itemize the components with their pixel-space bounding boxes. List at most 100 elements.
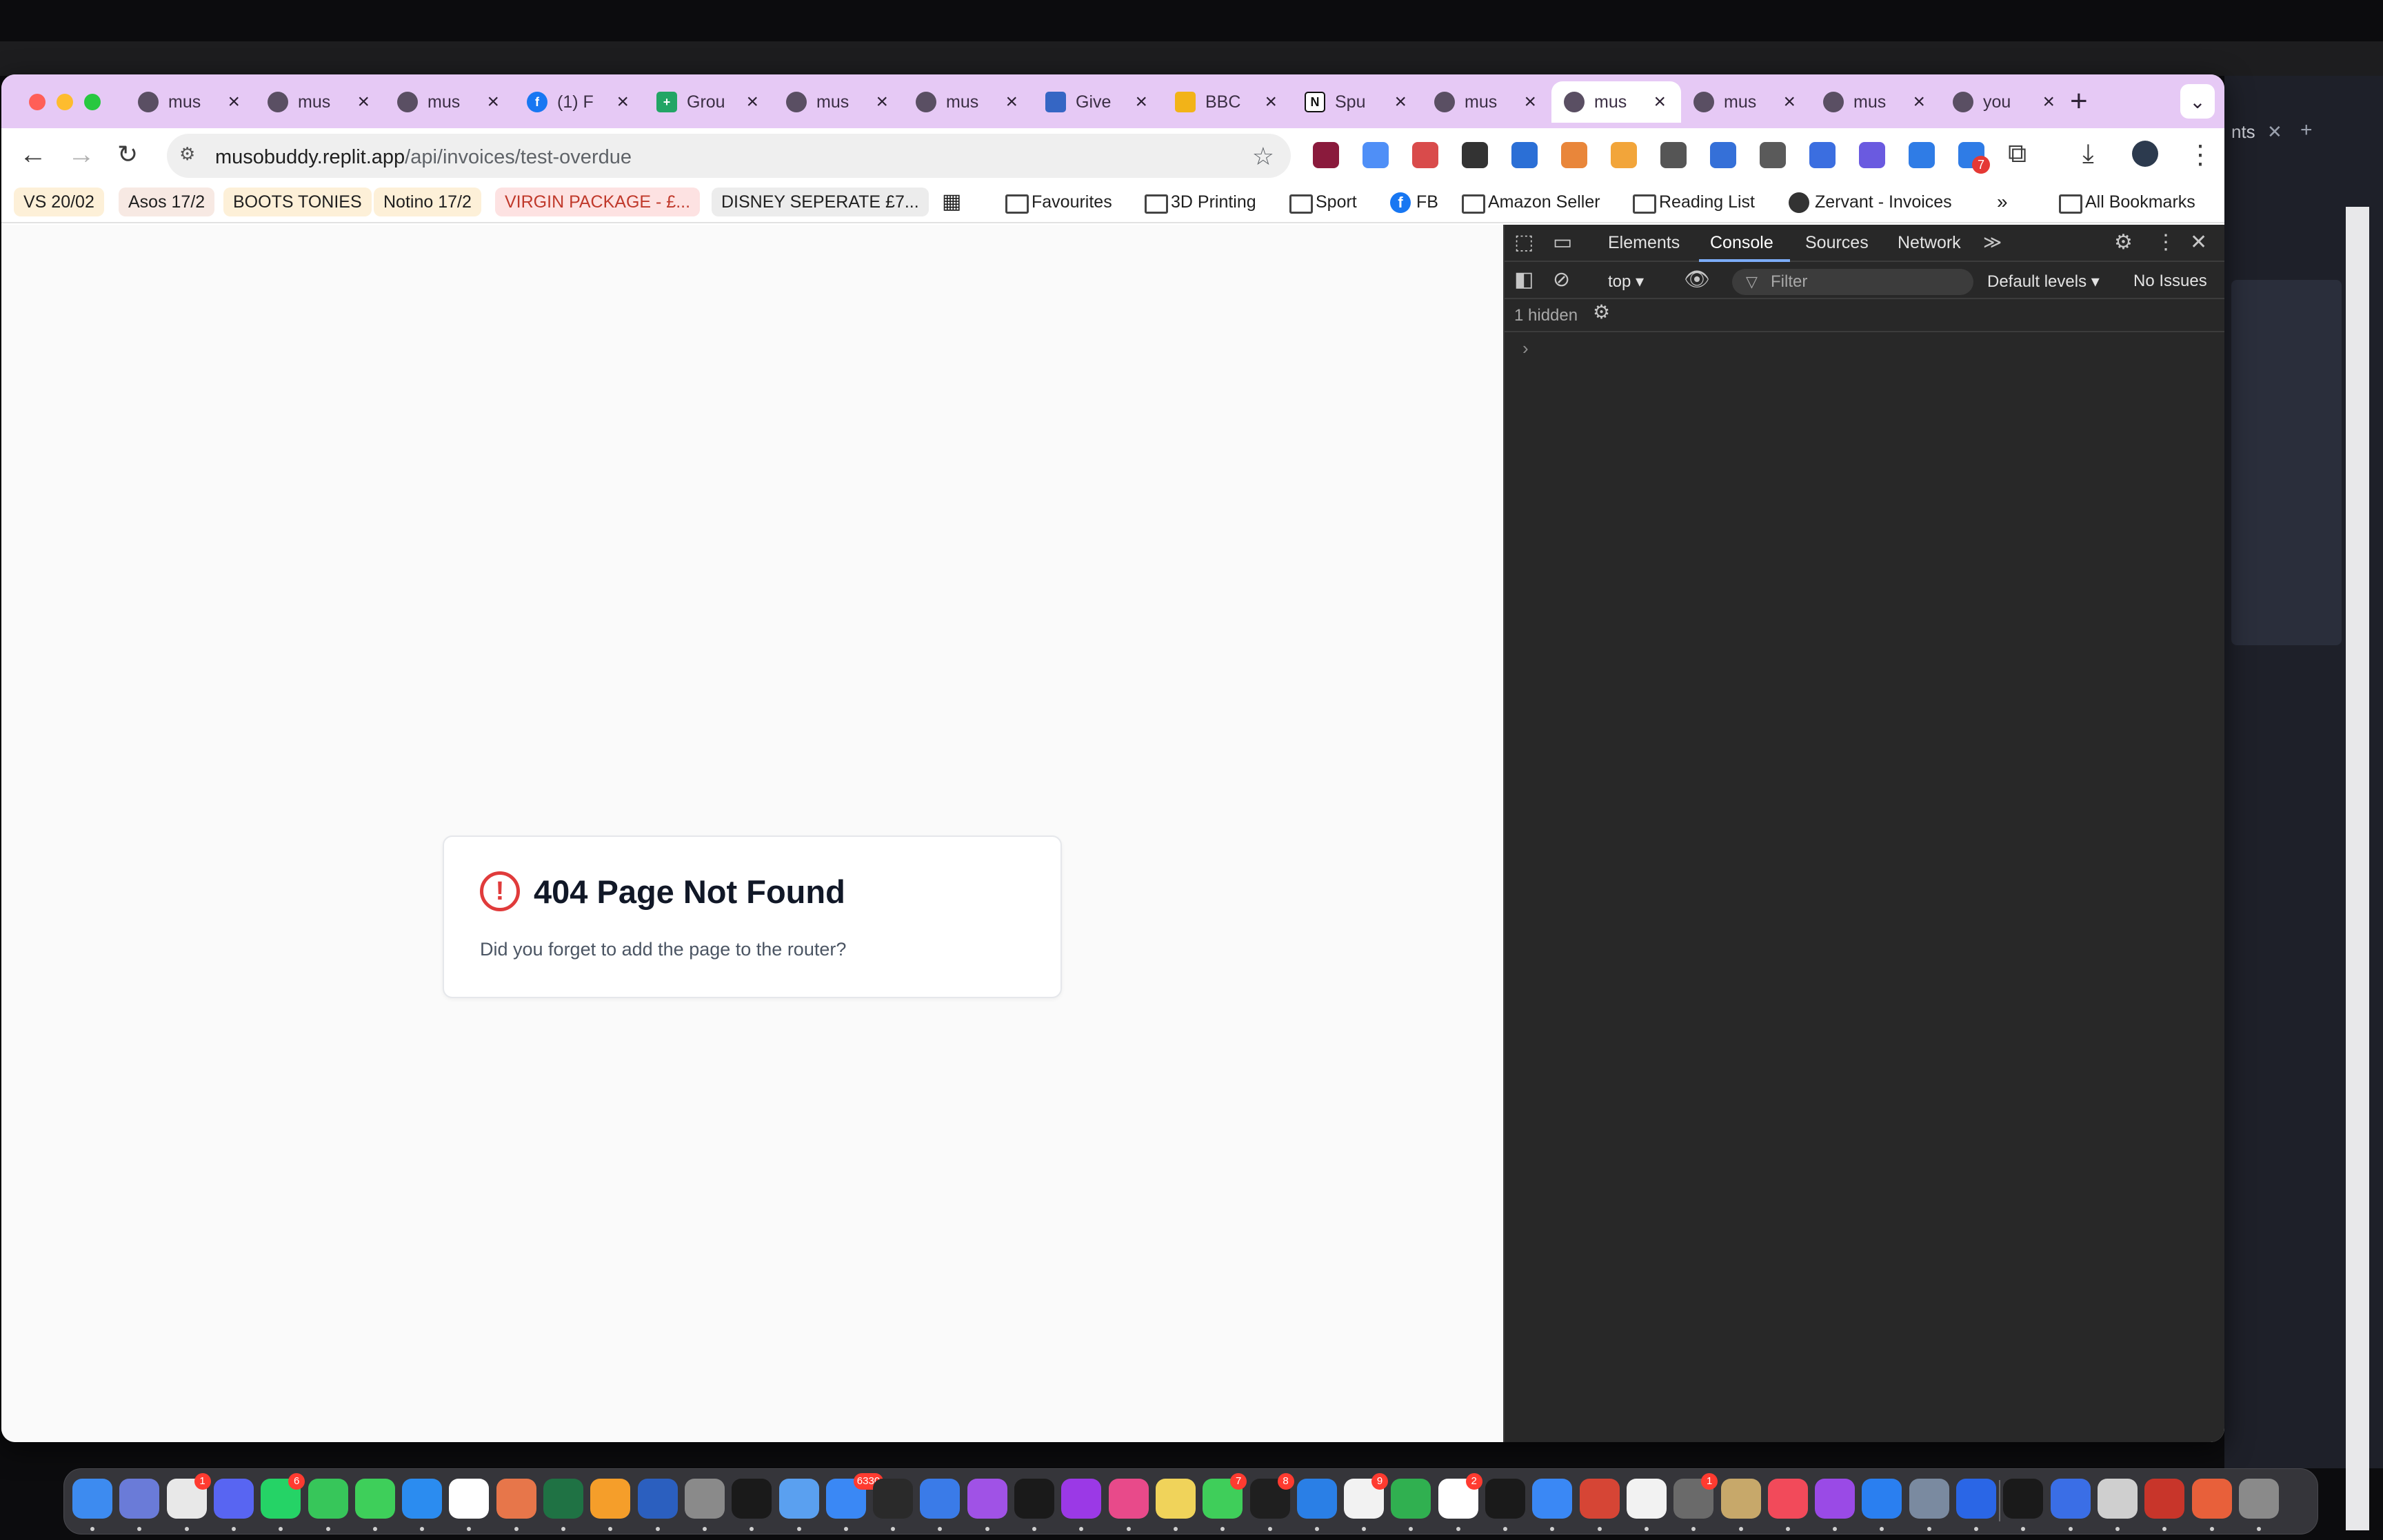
script-icon[interactable] <box>2097 1479 2138 1519</box>
device-toolbar-icon[interactable]: ▭ <box>1553 230 1572 254</box>
shield-ext-icon[interactable] <box>1511 142 1538 168</box>
devtools-tab-sources[interactable]: Sources <box>1805 233 1869 253</box>
discord-icon[interactable] <box>213 1479 254 1519</box>
fusion-icon[interactable] <box>1579 1479 1620 1519</box>
browser-tab[interactable]: mus × <box>1811 81 1940 123</box>
chart-ext-icon[interactable] <box>1363 142 1389 168</box>
numbers-icon[interactable] <box>308 1479 348 1519</box>
safari-icon[interactable] <box>920 1479 961 1519</box>
bookmark-zervant[interactable]: Zervant - Invoices <box>1779 188 1962 216</box>
circle-ext-icon[interactable] <box>1561 142 1587 168</box>
bookmark-item[interactable]: DISNEY SEPERATE £7... <box>712 188 929 216</box>
ai-icon[interactable] <box>1815 1479 1856 1519</box>
browser-tab[interactable]: f (1) F × <box>514 81 644 123</box>
bookmark-item[interactable]: Notino 17/2 <box>374 188 481 216</box>
forward-button[interactable]: → <box>68 141 95 168</box>
address-url[interactable]: musobuddy.replit.app/api/invoices/test-o… <box>215 146 632 169</box>
bookmark-item[interactable]: BOOTS TONIES <box>223 188 372 216</box>
terminal-icon[interactable] <box>1014 1479 1054 1519</box>
browser-tab[interactable]: mus × <box>125 81 255 123</box>
check-ext-icon[interactable] <box>1462 142 1488 168</box>
browser-tab[interactable]: mus × <box>1681 81 1811 123</box>
home-ext-icon[interactable] <box>1611 142 1637 168</box>
claude-icon[interactable] <box>496 1479 536 1519</box>
apple-tv-icon[interactable] <box>1485 1479 1525 1519</box>
browser-tab[interactable]: mus × <box>1551 81 1681 123</box>
bookmark-folder-sport[interactable]: Sport <box>1281 188 1367 216</box>
clear-console-icon[interactable]: ⊘ <box>1553 267 1570 292</box>
leaf-ext-icon[interactable] <box>1412 142 1438 168</box>
context-selector[interactable]: top ▾ <box>1608 272 1644 292</box>
tab-close-icon[interactable]: × <box>746 90 758 114</box>
spotify-icon[interactable] <box>1391 1479 1431 1519</box>
teamviewer-icon[interactable] <box>2050 1479 2091 1519</box>
b-ext-icon[interactable] <box>1909 142 1935 168</box>
tab-close-icon[interactable]: × <box>1653 90 1666 114</box>
reload-button[interactable]: ↻ <box>117 141 138 168</box>
inspect-element-icon[interactable]: ⬚ <box>1514 230 1534 254</box>
tab-close-icon[interactable]: × <box>357 90 370 114</box>
appstore-icon[interactable] <box>1532 1479 1573 1519</box>
browser-tab[interactable]: BBC × <box>1163 81 1292 123</box>
display-icon[interactable] <box>732 1479 772 1519</box>
tab-close-icon[interactable]: × <box>1783 90 1796 114</box>
blue-folder-ext-icon[interactable] <box>1809 142 1836 168</box>
maximize-window-button[interactable] <box>84 94 101 110</box>
tab-close-icon[interactable]: × <box>2042 90 2055 114</box>
tab-close-icon[interactable]: × <box>1135 90 1147 114</box>
browser-tab[interactable]: mus × <box>385 81 514 123</box>
tab-close-icon[interactable]: × <box>1265 90 1277 114</box>
tab-search-button[interactable]: ⌄ <box>2180 84 2215 119</box>
mail-icon[interactable] <box>778 1479 819 1519</box>
more-tabs-chevron-icon[interactable]: ≫ <box>1983 232 2002 253</box>
finder-icon[interactable] <box>72 1479 112 1519</box>
sidecar-icon[interactable] <box>1956 1479 1996 1519</box>
tab-close-icon[interactable]: × <box>228 90 240 114</box>
testflight-icon[interactable] <box>402 1479 443 1519</box>
tab-close-icon[interactable]: × <box>1394 90 1407 114</box>
messenger-icon[interactable] <box>1862 1479 1902 1519</box>
bookmark-item[interactable]: VIRGIN PACKAGE - £... <box>495 188 701 216</box>
music-icon[interactable] <box>1767 1479 1808 1519</box>
browser-tab[interactable]: + Grou × <box>644 81 774 123</box>
podcasts-icon[interactable] <box>967 1479 1007 1519</box>
bookmark-star-icon[interactable]: ☆ <box>1252 142 1274 171</box>
clapper-icon[interactable] <box>873 1479 914 1519</box>
chatgpt-icon[interactable] <box>449 1479 490 1519</box>
back-button[interactable]: ← <box>19 141 47 168</box>
bookmark-fb[interactable]: f FB <box>1380 188 1448 216</box>
messages-icon[interactable] <box>354 1479 395 1519</box>
address-bar[interactable]: ⚙ musobuddy.replit.app/api/invoices/test… <box>167 134 1291 178</box>
photos-icon[interactable] <box>1108 1479 1149 1519</box>
close-window-button[interactable] <box>29 94 46 110</box>
sidebar-toggle-icon[interactable]: ◧ <box>1514 267 1534 292</box>
tab-close-icon[interactable]: × <box>1524 90 1536 114</box>
cloud-ext-icon[interactable] <box>1660 142 1687 168</box>
maps-icon[interactable] <box>1296 1479 1337 1519</box>
bookmark-folder-amazon-seller[interactable]: Amazon Seller <box>1454 188 1610 216</box>
more-bookmarks-chevron-icon[interactable]: » <box>1987 188 2018 216</box>
office-icon[interactable] <box>2191 1479 2232 1519</box>
browser-tab[interactable]: you × <box>1940 81 2070 123</box>
tab-close-icon[interactable]: × <box>616 90 629 114</box>
bookmark-folder-all-bookmarks[interactable]: All Bookmarks <box>2051 188 2205 216</box>
screenshot-icon[interactable] <box>684 1479 725 1519</box>
devtools-tab-elements[interactable]: Elements <box>1608 233 1680 253</box>
download-icon[interactable]: ⤓ <box>2082 139 2094 169</box>
devtools-settings-icon[interactable]: ⚙ <box>2114 230 2133 254</box>
browser-tab[interactable]: mus × <box>1422 81 1551 123</box>
djstudio-icon[interactable] <box>2003 1479 2044 1519</box>
console-settings-icon[interactable]: ⚙ <box>1593 301 1610 323</box>
devtools-close-icon[interactable]: ✕ <box>2190 230 2207 254</box>
folder-ext-icon[interactable] <box>1760 142 1786 168</box>
log-levels-dropdown[interactable]: Default levels ▾ <box>1987 272 2100 292</box>
new-tab-button[interactable]: + <box>2070 84 2088 119</box>
nova-icon[interactable] <box>1061 1479 1102 1519</box>
console-prompt-chevron-icon[interactable]: › <box>1522 338 1529 359</box>
archive-icon[interactable] <box>1720 1479 1761 1519</box>
devtools-tab-network[interactable]: Network <box>1898 233 1961 253</box>
bookmark-item[interactable]: Asos 17/2 <box>119 188 215 216</box>
word-icon[interactable] <box>637 1479 678 1519</box>
gear-ext-icon[interactable] <box>1859 142 1885 168</box>
console-filter-input[interactable]: Filter <box>1732 269 1973 295</box>
